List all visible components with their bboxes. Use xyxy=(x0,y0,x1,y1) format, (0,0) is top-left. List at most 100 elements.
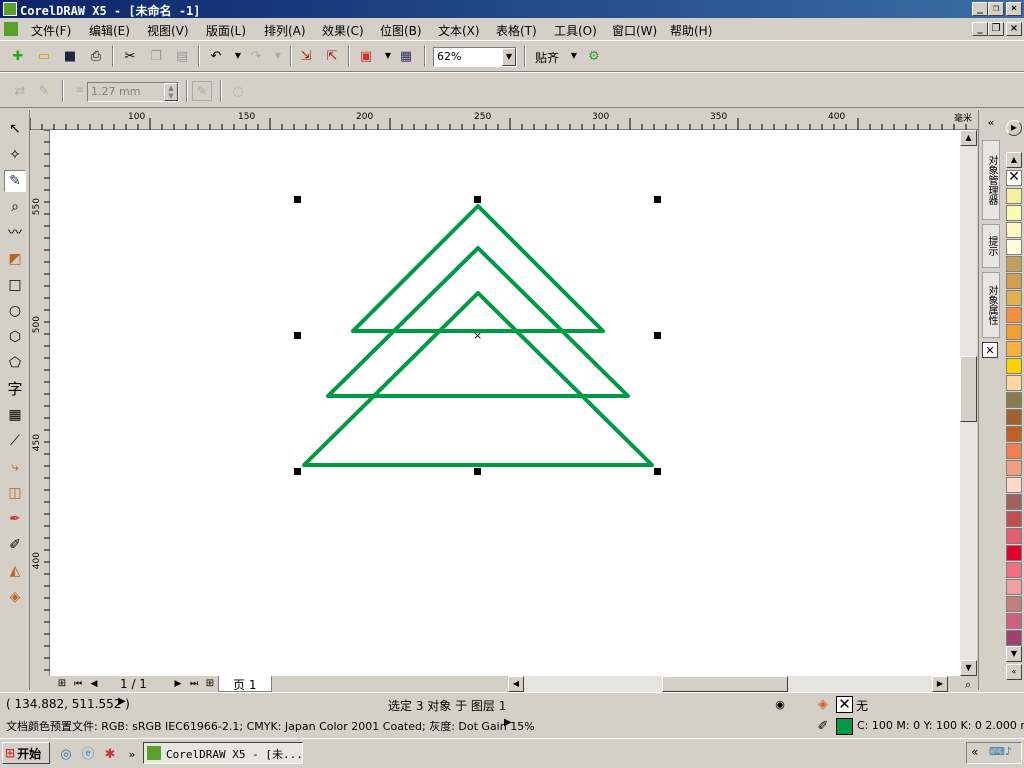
pick-tool-icon[interactable]: ↖ xyxy=(4,118,26,140)
menu-text[interactable]: 文本(X) xyxy=(438,22,480,39)
document-info-icon[interactable]: ◉ xyxy=(770,694,790,714)
zoom-combo[interactable]: 62% ▼ xyxy=(433,47,517,67)
page-tab[interactable]: 页 1 xyxy=(218,676,272,692)
taskbar-coreldraw[interactable]: CorelDRAW X5 - [未... xyxy=(143,742,303,764)
redo-icon[interactable]: ↷ xyxy=(246,46,266,66)
snap-to-label[interactable]: 贴齐 xyxy=(535,49,559,66)
rectangle-tool-icon[interactable]: □ xyxy=(4,274,26,296)
color-swatch[interactable] xyxy=(1006,545,1022,561)
color-swatch[interactable] xyxy=(1006,239,1022,255)
color-swatch[interactable] xyxy=(1006,188,1022,204)
zoom-dropdown-icon[interactable]: ▼ xyxy=(502,48,516,66)
add-page-after-icon[interactable]: ⊞ xyxy=(200,674,220,694)
text-tool-icon[interactable]: 字 xyxy=(4,378,26,400)
selection-handle[interactable] xyxy=(474,196,481,203)
tray-network-icon[interactable]: ⌨ xyxy=(989,745,1005,758)
table-tool-icon[interactable]: ▦ xyxy=(4,404,26,426)
smear-tool-icon[interactable]: ✎ xyxy=(4,170,26,192)
scroll-up-icon[interactable]: ▲ xyxy=(960,130,977,146)
color-swatch[interactable] xyxy=(1006,494,1022,510)
docker-close-icon[interactable]: ✕ xyxy=(982,342,998,358)
eyedropper-tool-icon[interactable]: ✒ xyxy=(4,508,26,530)
drawing-canvas[interactable]: × xyxy=(50,130,960,676)
docker-tab-object-properties[interactable]: 对象属性 xyxy=(982,272,1000,338)
export-icon[interactable]: ⇱ xyxy=(322,46,342,66)
fill-tool-icon[interactable]: ◭ xyxy=(4,560,26,582)
new-icon[interactable]: ✚ xyxy=(8,46,28,66)
selection-handle[interactable] xyxy=(654,332,661,339)
outline-width-field[interactable]: 1.27 mm ▲ ▼ xyxy=(87,82,179,102)
selection-handle[interactable] xyxy=(294,468,301,475)
color-swatch[interactable] xyxy=(1006,290,1022,306)
maximize-button[interactable]: ❐ xyxy=(988,2,1004,16)
color-swatch[interactable] xyxy=(1006,375,1022,391)
connector-tool-icon[interactable]: ⤷ xyxy=(4,456,26,478)
menu-table[interactable]: 表格(T) xyxy=(496,22,537,39)
docker-tab-object-manager[interactable]: 对象管理器 xyxy=(982,140,1000,220)
horizontal-scrollbar[interactable]: ◀ ▶ xyxy=(508,676,948,692)
doc-minimize-button[interactable]: _ xyxy=(972,22,988,36)
triangle-middle[interactable] xyxy=(326,246,630,398)
color-swatch[interactable] xyxy=(1006,613,1022,629)
basic-shapes-icon[interactable]: ⬠ xyxy=(4,352,26,374)
color-swatch[interactable] xyxy=(1006,409,1022,425)
vertical-scrollbar[interactable]: ▲ ▼ xyxy=(960,130,977,676)
color-swatch[interactable] xyxy=(1006,477,1022,493)
smart-fill-icon[interactable]: ◩ xyxy=(4,248,26,270)
menu-view[interactable]: 视图(V) xyxy=(147,22,189,39)
horizontal-scroll-thumb[interactable] xyxy=(662,676,788,692)
docker-tab-hints[interactable]: 提示 xyxy=(982,224,1000,268)
snap-dropdown-icon[interactable]: ▼ xyxy=(564,46,584,66)
selection-handle[interactable] xyxy=(294,196,301,203)
menu-tools[interactable]: 工具(O) xyxy=(554,22,597,39)
center-marker-icon[interactable]: × xyxy=(473,329,482,342)
color-swatch[interactable] xyxy=(1006,341,1022,357)
color-swatch[interactable] xyxy=(1006,205,1022,221)
scroll-right-icon[interactable]: ▶ xyxy=(932,676,948,692)
blend-tool-icon[interactable]: ◫ xyxy=(4,482,26,504)
coords-arrow-icon[interactable]: ▶ xyxy=(118,696,126,707)
quicklaunch-more-icon[interactable]: » xyxy=(122,744,142,764)
outline-pen-indicator-icon[interactable]: ✐ xyxy=(813,716,833,736)
fill-indicator-icon[interactable]: ◈ xyxy=(813,694,833,714)
triangle-bottom[interactable] xyxy=(302,291,654,467)
shape-edit-icon[interactable]: ✎ xyxy=(34,81,54,101)
outline-pen-icon[interactable]: ✐ xyxy=(4,534,26,556)
color-swatch[interactable] xyxy=(1006,562,1022,578)
ellipse-tool-icon[interactable]: ○ xyxy=(4,300,26,322)
polygon-tool-icon[interactable]: ⬡ xyxy=(4,326,26,348)
menu-bitmaps[interactable]: 位图(B) xyxy=(380,22,422,39)
quicklaunch-browser-icon[interactable]: ◎ xyxy=(56,744,76,764)
start-button[interactable]: ⊞ 开始 xyxy=(2,742,50,764)
tray-volume-icon[interactable]: ♪ xyxy=(1005,745,1012,758)
cut-icon[interactable]: ✂ xyxy=(120,46,140,66)
doc-restore-button[interactable]: ❐ xyxy=(988,22,1004,36)
color-swatch[interactable] xyxy=(1006,426,1022,442)
interactive-fill-icon[interactable]: ◈ xyxy=(4,586,26,608)
options-icon[interactable]: ⚙ xyxy=(584,46,604,66)
menu-window[interactable]: 窗口(W) xyxy=(612,22,657,39)
navigator-zoom-icon[interactable]: ⌕ xyxy=(958,674,978,694)
open-icon[interactable]: ▭ xyxy=(34,46,54,66)
color-swatch[interactable] xyxy=(1006,324,1022,340)
menu-file[interactable]: 文件(F) xyxy=(31,22,71,39)
import-icon[interactable]: ⇲ xyxy=(296,46,316,66)
redo-dropdown-icon[interactable]: ▼ xyxy=(268,46,288,66)
doc-close-button[interactable]: × xyxy=(1006,22,1022,36)
smoothness-icon[interactable]: ◌ xyxy=(228,81,248,101)
prev-page-icon[interactable]: ◀ xyxy=(84,674,104,694)
palette-expand-icon[interactable]: « xyxy=(1006,664,1022,680)
tray-expand-icon[interactable]: « xyxy=(971,745,978,759)
color-swatch[interactable] xyxy=(1006,443,1022,459)
paste-icon[interactable]: ▤ xyxy=(172,46,192,66)
vertical-scroll-thumb[interactable] xyxy=(960,356,977,422)
profile-arrow-icon[interactable]: ▶ xyxy=(504,717,512,728)
welcome-screen-icon[interactable]: ▦ xyxy=(396,46,416,66)
save-icon[interactable]: ■ xyxy=(60,46,80,66)
menu-layout[interactable]: 版面(L) xyxy=(206,22,246,39)
quicklaunch-app-icon[interactable]: ✱ xyxy=(100,744,120,764)
triangle-top[interactable] xyxy=(351,204,605,333)
quicklaunch-ie-icon[interactable]: ⓔ xyxy=(78,744,98,764)
freehand-tool-icon[interactable]: 〰 xyxy=(4,222,26,244)
color-swatch[interactable] xyxy=(1006,307,1022,323)
